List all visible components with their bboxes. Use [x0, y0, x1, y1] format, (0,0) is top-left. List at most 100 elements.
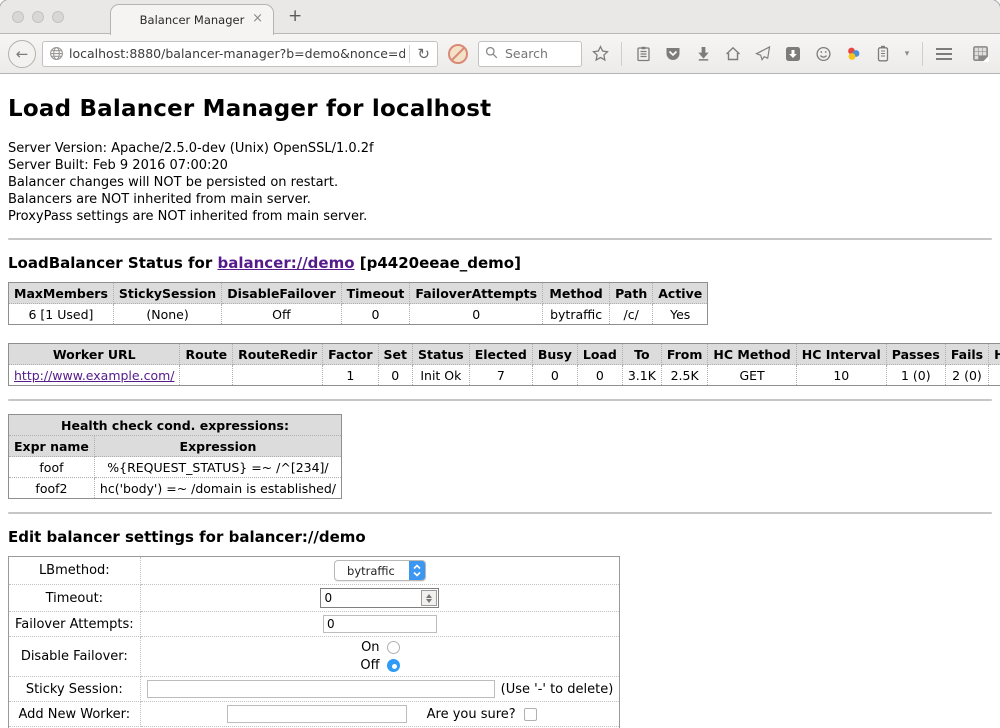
colors-extension-icon[interactable] — [841, 41, 865, 67]
table-header-row: MaxMembers StickySession DisableFailover… — [9, 283, 708, 304]
tab-balancer-manager[interactable]: Balancer Manager × — [110, 4, 274, 35]
bookmark-star-icon[interactable] — [588, 41, 612, 67]
are-you-sure-checkbox[interactable] — [524, 708, 537, 721]
cell-expr-name: foof — [9, 457, 95, 478]
status-heading-suffix: [p4420eeae_demo] — [355, 254, 521, 272]
failover-attempts-input[interactable] — [323, 615, 437, 633]
search-input[interactable] — [503, 45, 575, 62]
form-row-lbmethod: LBmethod: bytraffic — [9, 557, 620, 585]
page-content: Load Balancer Manager for localhost Serv… — [0, 74, 1000, 728]
table-header-row: Expr name Expression — [9, 436, 342, 457]
pocket-icon[interactable] — [661, 41, 685, 67]
edit-balancer-heading: Edit balancer settings for balancer://de… — [8, 528, 992, 546]
send-plane-icon[interactable] — [751, 41, 775, 67]
tab-close-icon[interactable]: × — [252, 11, 263, 27]
section-divider — [8, 238, 992, 240]
toolbar-divider — [621, 42, 622, 66]
cell-fails: 2 (0) — [945, 365, 988, 386]
col-active: Active — [653, 283, 708, 304]
timeout-label: Timeout: — [9, 585, 141, 612]
hc-table-title: Health check cond. expressions: — [9, 415, 342, 436]
failover-attempts-label: Failover Attempts: — [9, 612, 141, 637]
col-fails: Fails — [945, 344, 988, 365]
window-controls — [12, 11, 64, 23]
balancer-demo-link[interactable]: balancer://demo — [217, 254, 354, 272]
cell-failoverattempts: 0 — [410, 304, 543, 325]
col-expr-name: Expr name — [9, 436, 95, 457]
col-status: Status — [413, 344, 470, 365]
col-worker-url: Worker URL — [9, 344, 180, 365]
url-text[interactable]: localhost:8880/balancer-manager?b=demo&n… — [69, 46, 405, 61]
search-box[interactable] — [478, 41, 582, 67]
container-battery-icon[interactable] — [871, 41, 895, 67]
cell-method: bytraffic — [543, 304, 610, 325]
col-stickysession: StickySession — [113, 283, 221, 304]
cell-busy: 0 — [532, 365, 577, 386]
reload-icon[interactable]: ↻ — [414, 45, 433, 63]
minimize-window-button[interactable] — [32, 11, 44, 23]
worker-table: Worker URL Route RouteRedir Factor Set S… — [8, 343, 1000, 386]
sticky-session-label: Sticky Session: — [9, 677, 141, 702]
close-window-button[interactable] — [12, 11, 24, 23]
feedback-smiley-icon[interactable] — [811, 41, 835, 67]
radio-on-label: On — [360, 640, 379, 655]
cell-status: Init Ok — [413, 365, 470, 386]
screenshot-grid-icon[interactable] — [968, 41, 992, 67]
extension-download-icon[interactable] — [781, 41, 805, 67]
sticky-session-hint: (Use '-' to delete) — [501, 682, 614, 697]
are-you-sure-label: Are you sure? — [427, 707, 516, 722]
col-method: Method — [543, 283, 610, 304]
col-elected: Elected — [469, 344, 532, 365]
table-row: 6 [1 Used] (None) Off 0 0 bytraffic /c/ … — [9, 304, 708, 325]
url-bar[interactable]: localhost:8880/balancer-manager?b=demo&n… — [42, 41, 438, 67]
col-factor: Factor — [323, 344, 378, 365]
col-disablefailover: DisableFailover — [222, 283, 341, 304]
disable-failover-off-radio[interactable] — [387, 659, 400, 672]
server-built-line: Server Built: Feb 9 2016 07:00:20 — [8, 157, 992, 174]
home-icon[interactable] — [721, 41, 745, 67]
disable-failover-label: Disable Failover: — [9, 637, 141, 677]
cell-routeredir — [233, 365, 323, 386]
cell-route — [180, 365, 233, 386]
url-divider — [409, 45, 410, 63]
col-hc-uri: HC uri — [989, 344, 1000, 365]
zoom-window-button[interactable] — [52, 11, 64, 23]
persist-note-line: Balancer changes will NOT be persisted o… — [8, 174, 992, 191]
content-blocked-icon[interactable] — [448, 44, 468, 64]
lbmethod-label: LBmethod: — [9, 557, 141, 585]
server-version-line: Server Version: Apache/2.5.0-dev (Unix) … — [8, 140, 992, 157]
add-worker-input[interactable] — [227, 705, 407, 723]
form-row-sticky-session: Sticky Session: (Use '-' to delete) — [9, 677, 620, 702]
cell-expression: hc('body') =~ /domain is established/ — [94, 478, 341, 499]
tab-bar: Balancer Manager × + — [0, 0, 1000, 34]
downloads-icon[interactable] — [691, 41, 715, 67]
edit-balancer-form: LBmethod: bytraffic Timeout: — [8, 556, 620, 728]
col-passes: Passes — [886, 344, 945, 365]
col-failoverattempts: FailoverAttempts — [410, 283, 543, 304]
table-row: http://www.example.com/ 1 0 Init Ok 7 0 … — [9, 365, 1000, 386]
back-button[interactable]: ← — [8, 40, 36, 68]
disable-failover-on-radio[interactable] — [387, 641, 400, 654]
cell-disablefailover: Off — [222, 304, 341, 325]
worker-url-link[interactable]: http://www.example.com/ — [14, 368, 174, 383]
col-set: Set — [378, 344, 412, 365]
cell-set: 0 — [378, 365, 412, 386]
chevron-down-icon[interactable]: ▾ — [901, 41, 913, 67]
reading-list-icon[interactable] — [631, 41, 655, 67]
cell-passes: 1 (0) — [886, 365, 945, 386]
col-to: To — [622, 344, 661, 365]
menu-hamburger-icon[interactable] — [932, 41, 956, 67]
form-row-timeout: Timeout: — [9, 585, 620, 612]
new-tab-button[interactable]: + — [288, 6, 302, 26]
lbmethod-select[interactable]: bytraffic — [334, 560, 426, 581]
loadbalancer-status-heading: LoadBalancer Status for balancer://demo … — [8, 254, 992, 272]
add-worker-label: Add New Worker: — [9, 702, 141, 727]
timeout-input[interactable] — [321, 591, 421, 605]
cell-to: 3.1K — [622, 365, 661, 386]
cell-from: 2.5K — [661, 365, 708, 386]
sticky-session-input[interactable] — [147, 680, 495, 698]
toolbar-divider — [922, 42, 923, 66]
col-hc-interval: HC Interval — [796, 344, 886, 365]
number-spinner-icon[interactable] — [421, 590, 437, 606]
search-icon — [485, 44, 498, 63]
